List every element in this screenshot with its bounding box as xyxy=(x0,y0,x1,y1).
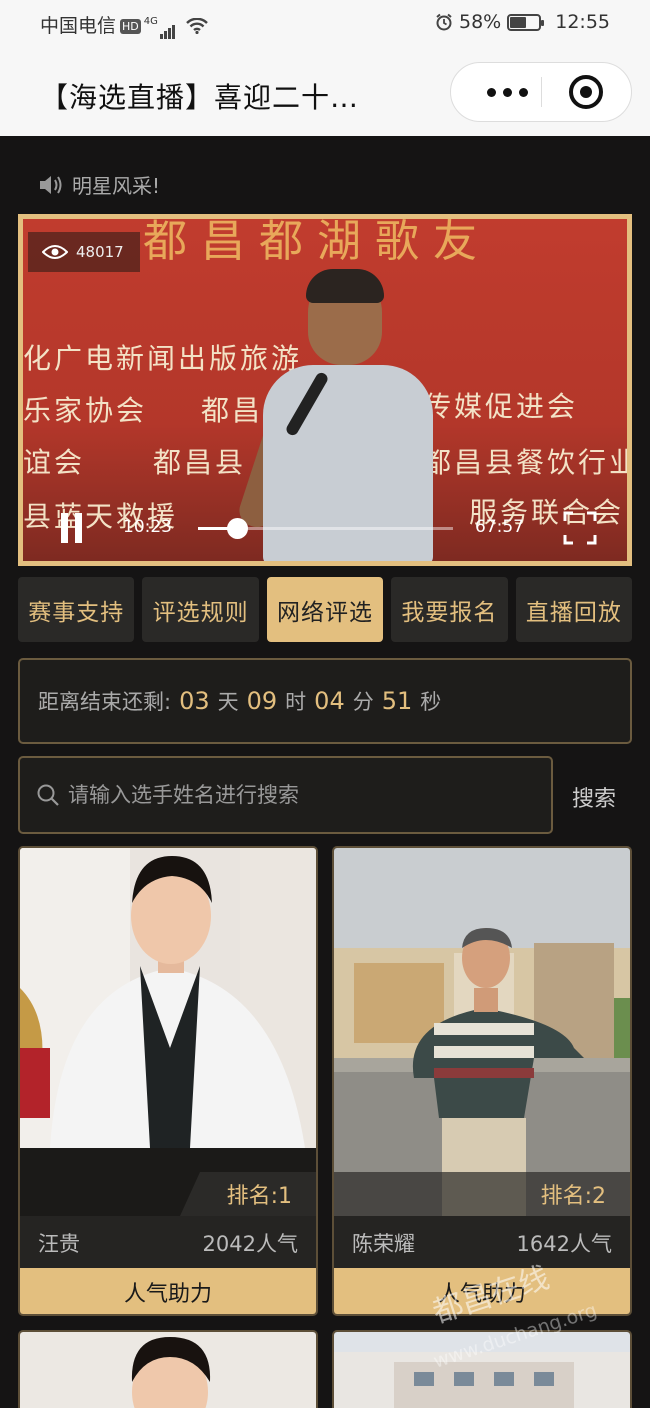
battery-percent: 58% xyxy=(459,11,502,33)
more-options-icon[interactable] xyxy=(475,63,539,121)
progress-slider[interactable] xyxy=(198,518,453,539)
popularity-count: 2042人气 xyxy=(202,1232,298,1256)
tab-signup[interactable]: 我要报名 xyxy=(391,577,508,642)
minutes-unit: 分 xyxy=(352,690,374,714)
contestant-name: 陈荣耀 xyxy=(352,1232,415,1256)
carrier-name: 中国电信 xyxy=(40,15,117,37)
speaker-icon xyxy=(40,175,62,194)
live-video-player[interactable]: 都昌都湖歌友 化广电新闻出版旅游 乐家协会 都昌 传媒促进会 谊会 都昌县 都昌… xyxy=(18,214,632,566)
countdown-timer: 距离结束还剩: 03 天 09 时 04 分 51 秒 xyxy=(18,658,632,744)
hours-unit: 时 xyxy=(285,690,307,714)
boost-button[interactable]: 人气助力 xyxy=(20,1268,316,1314)
contestant-card[interactable]: 排名:2 陈荣耀 1642人气 人气助力 xyxy=(332,846,632,1316)
search-box xyxy=(18,756,553,834)
status-right: 58% 12:55 xyxy=(435,11,610,33)
popularity-count: 1642人气 xyxy=(516,1232,612,1256)
clock: 12:55 xyxy=(555,11,610,33)
capsule-menu xyxy=(450,62,632,122)
countdown-minutes: 04 xyxy=(314,687,345,715)
notice-bar: 明星风采! xyxy=(38,170,160,199)
alarm-icon xyxy=(436,13,452,31)
countdown-hours: 09 xyxy=(246,687,278,715)
days-unit: 天 xyxy=(217,690,239,714)
contestant-name: 汪贵 xyxy=(38,1232,80,1256)
notice-text: 明星风采! xyxy=(72,174,161,198)
tab-bar: 赛事支持 评选规则 网络评选 我要报名 直播回放 xyxy=(18,577,633,642)
tab-replay[interactable]: 直播回放 xyxy=(515,577,633,642)
banner-text: 都昌都湖歌友 xyxy=(143,216,491,267)
view-count-badge: 48017 xyxy=(28,232,140,272)
signal-icon xyxy=(159,17,176,39)
close-target-icon[interactable] xyxy=(569,75,603,109)
contestant-card[interactable]: 排名:1 汪贵 2042人气 人气助力 xyxy=(18,846,318,1316)
mini-program-header: 【海选直播】喜迎二十… xyxy=(0,46,650,136)
contestant-photo xyxy=(20,848,316,1216)
network-type: 4G xyxy=(143,16,158,27)
eye-icon xyxy=(42,245,68,259)
fullscreen-icon[interactable] xyxy=(563,511,597,545)
contestant-info: 陈荣耀 1642人气 xyxy=(334,1220,630,1266)
hd-badge: HD xyxy=(120,19,141,34)
rank-bar: 排名:1 xyxy=(20,1172,316,1216)
search-icon xyxy=(37,784,59,806)
video-controls: 10:23 67:57 xyxy=(23,471,627,561)
rank-bar: 排名:2 xyxy=(334,1172,630,1216)
pause-icon[interactable] xyxy=(59,513,85,543)
view-count: 48017 xyxy=(76,243,124,261)
tab-online-voting[interactable]: 网络评选 xyxy=(266,577,384,642)
countdown-label: 距离结束还剩: xyxy=(38,690,172,714)
page-title: 【海选直播】喜迎二十… xyxy=(40,81,360,114)
tab-event-support[interactable]: 赛事支持 xyxy=(18,577,135,642)
carrier-info: 中国电信 HD 4G xyxy=(40,11,208,39)
battery-level xyxy=(510,16,527,28)
seconds-unit: 秒 xyxy=(420,690,442,714)
banner-text: 传媒促进会 xyxy=(423,390,579,423)
capsule-divider xyxy=(541,77,542,107)
contestant-photo xyxy=(334,848,630,1216)
rank-label: 排名:2 xyxy=(540,1184,606,1209)
countdown-days: 03 xyxy=(179,687,210,715)
rank-label: 排名:1 xyxy=(226,1184,292,1209)
banner-text: 乐家协会 xyxy=(23,394,148,427)
wifi-icon xyxy=(186,17,208,35)
contestant-info: 汪贵 2042人气 xyxy=(20,1220,316,1266)
progress-knob[interactable] xyxy=(227,518,248,539)
total-time: 67:57 xyxy=(475,517,524,537)
search-button[interactable]: 搜索 xyxy=(572,781,616,813)
countdown-seconds: 51 xyxy=(381,687,413,715)
search-input[interactable] xyxy=(68,783,508,807)
battery-icon xyxy=(507,13,545,31)
contestant-card-partial[interactable] xyxy=(18,1330,318,1408)
tab-rules[interactable]: 评选规则 xyxy=(142,577,259,642)
status-bar: 中国电信 HD 4G 58% 12:55 xyxy=(0,0,650,46)
current-time: 10:23 xyxy=(123,517,172,537)
